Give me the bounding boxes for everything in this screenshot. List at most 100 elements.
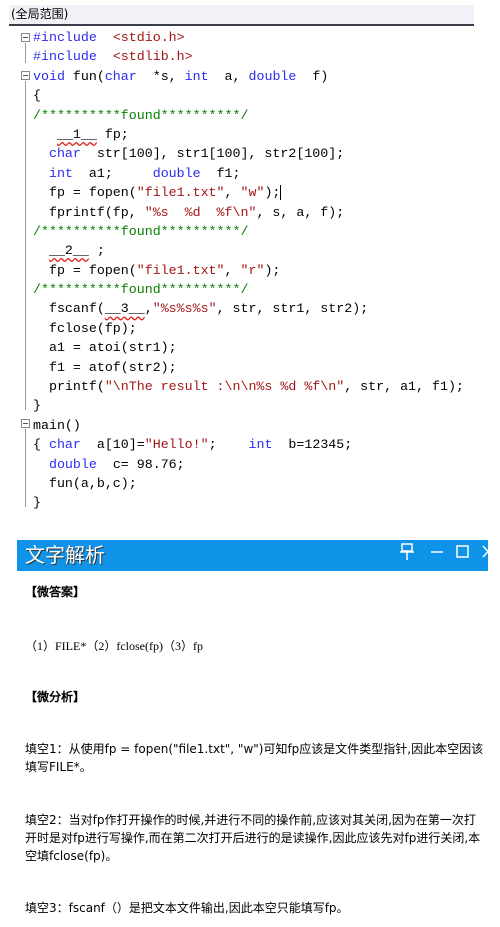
code-token: double <box>152 165 201 181</box>
code-line: fp = fopen("file1.txt", "r"); <box>33 261 464 280</box>
code-token: fun( <box>64 68 105 84</box>
code-token: str[100], str1[100], str2[100]; <box>80 146 345 162</box>
code-token: f1 = atof(str2); <box>33 359 177 375</box>
code-token: main() <box>33 417 81 433</box>
code-token: ); <box>264 262 281 278</box>
code-token: f) <box>296 68 329 84</box>
code-token: , str, str1, str2); <box>216 301 369 317</box>
code-line: #include <stdio.h> <box>33 28 464 47</box>
code-token: a, <box>208 68 249 84</box>
code-token: char <box>104 68 137 84</box>
analysis-paragraph-1: 填空1：从使用fp = fopen("file1.txt", "w")可知fp应… <box>25 742 484 774</box>
code-line: main() <box>33 416 464 435</box>
code-token: fun(a,b,c); <box>33 475 137 491</box>
collapse-icon[interactable] <box>21 419 30 428</box>
code-token: b=12345; <box>272 437 353 453</box>
code-token: "file1.txt" <box>136 185 225 201</box>
code-line: /**********found**********/ <box>33 106 464 125</box>
code-token: "\nThe result :\n\n%s %d %f\n" <box>104 379 345 395</box>
minimize-icon[interactable] <box>430 540 444 564</box>
code-line: /**********found**********/ <box>33 280 464 299</box>
code-line: } <box>33 396 464 415</box>
code-token: *s, <box>136 68 185 84</box>
code-token: "Hello!" <box>144 437 209 453</box>
code-token: a1; <box>72 165 153 181</box>
code-token: fp; <box>96 126 129 142</box>
code-token: fscanf( <box>33 301 105 317</box>
analysis-paragraph-3: 填空3：fscanf（）是把文本文件输出,因此本空只能填写fp。 <box>25 901 349 915</box>
code-line: int a1; double f1; <box>33 164 464 183</box>
fold-guide <box>25 429 26 507</box>
pin-icon[interactable] <box>400 543 414 565</box>
code-token: , <box>224 262 241 278</box>
code-token: ; <box>88 243 105 259</box>
code-token: fp = fopen( <box>33 262 137 278</box>
scope-dropdown[interactable]: (全局范围) <box>9 5 474 26</box>
code-line: fscanf(__3__,"%s%s%s", str, str1, str2); <box>33 299 464 318</box>
code-line: fclose(fp); <box>33 319 464 338</box>
text-cursor <box>280 185 282 201</box>
code-token: printf( <box>33 379 105 395</box>
code-token: char <box>48 437 81 453</box>
code-token: double <box>48 456 97 472</box>
collapse-icon[interactable] <box>21 33 30 42</box>
code-token: char <box>48 146 81 162</box>
code-token: f1; <box>200 165 241 181</box>
panel-title: 文字解析 <box>25 543 105 567</box>
code-token: int <box>184 68 209 84</box>
code-token: void <box>33 68 65 84</box>
code-line: fun(a,b,c); <box>33 474 464 493</box>
text-analysis-panel-header: 文字解析 <box>17 540 488 571</box>
code-line: printf("\nThe result :\n\n%s %d %f\n", s… <box>33 377 464 396</box>
code-token: ); <box>264 185 281 201</box>
code-editor[interactable]: #include <stdio.h> #include <stdlib.h> voi… <box>33 28 464 513</box>
code-token: ; <box>208 437 249 453</box>
code-token: <stdio.h> <box>112 30 185 45</box>
fill-blank: __2__ <box>48 243 89 259</box>
code-token: a[10]= <box>80 437 145 453</box>
code-line: fprintf(fp, "%s %d %f\n", s, a, f); <box>33 203 464 222</box>
code-token: { <box>33 88 41 104</box>
code-token: /**********found**********/ <box>33 223 249 239</box>
code-token: , <box>224 185 241 201</box>
code-line: a1 = atoi(str1); <box>33 338 464 357</box>
code-token: double <box>248 68 297 84</box>
code-line: void fun(char *s, int a, double f) <box>33 67 464 86</box>
code-token: fclose(fp); <box>33 320 137 336</box>
code-token: a1 = atoi(str1); <box>33 340 177 356</box>
code-token: "r" <box>240 262 265 278</box>
collapse-icon[interactable] <box>21 71 30 80</box>
code-token: fp = fopen( <box>33 185 137 201</box>
code-token: "file1.txt" <box>136 262 225 278</box>
analysis-heading: 【微分析】 <box>25 690 86 704</box>
code-token: /**********found**********/ <box>33 107 249 123</box>
code-token: int <box>48 165 73 181</box>
answer-heading: 【微答案】 <box>25 585 86 599</box>
code-line: f1 = atof(str2); <box>33 358 464 377</box>
code-line: char str[100], str1[100], str2[100]; <box>33 144 464 163</box>
code-line: #include <stdlib.h> <box>33 47 464 66</box>
maximize-icon[interactable] <box>456 543 470 562</box>
code-token: <stdlib.h> <box>112 49 193 65</box>
code-token: } <box>33 495 41 511</box>
code-line: fp = fopen("file1.txt", "w"); <box>33 183 464 202</box>
code-token: "%s%s%s" <box>152 301 217 317</box>
fill-blank: __3__ <box>104 301 145 317</box>
code-line: { <box>33 86 464 105</box>
close-icon[interactable] <box>482 543 488 562</box>
code-line: __2__ ; <box>33 241 464 260</box>
code-token: /**********found**********/ <box>33 282 249 298</box>
code-token: { <box>33 437 49 453</box>
code-token: "%s %d %f\n" <box>144 204 257 220</box>
code-token: } <box>33 398 41 414</box>
code-line: { char a[10]="Hello!"; int b=12345; <box>33 435 464 454</box>
code-token: , s, a, f); <box>256 204 345 220</box>
fill-blank: __1__ <box>56 126 97 142</box>
